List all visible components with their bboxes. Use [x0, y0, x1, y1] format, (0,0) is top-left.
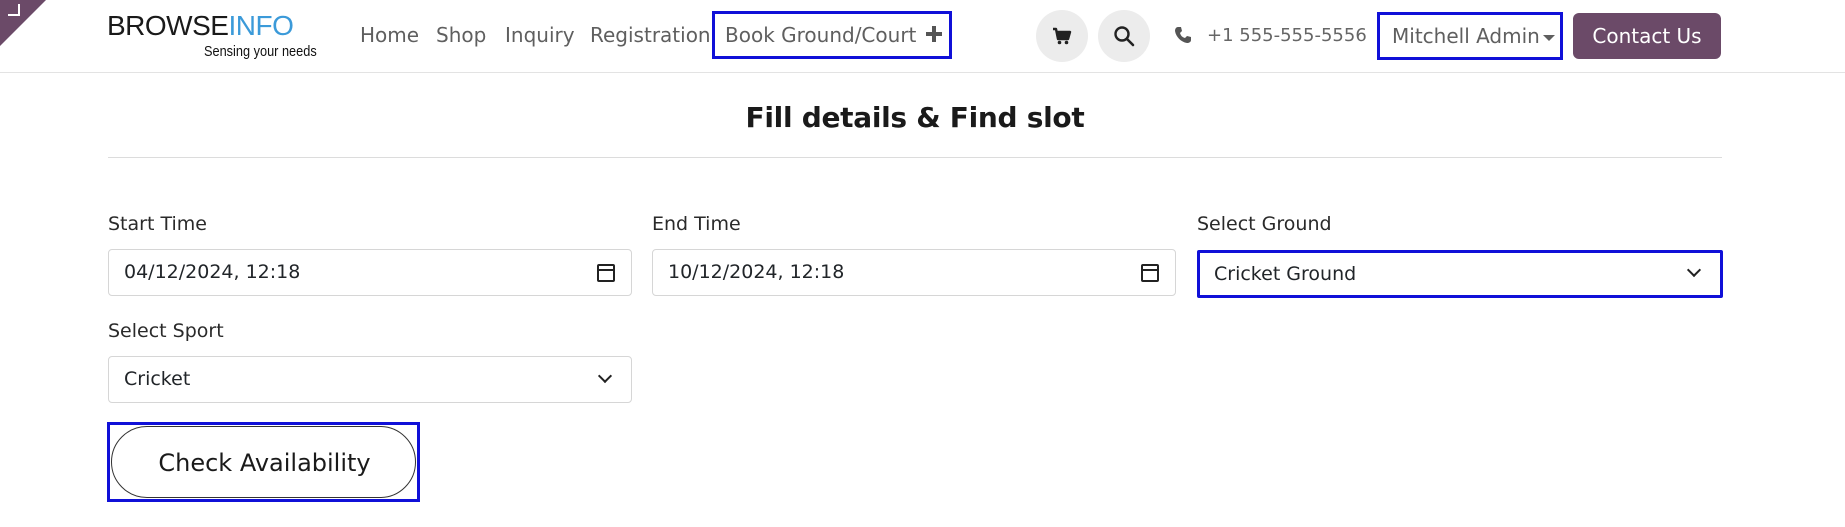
start-time-input[interactable]: 04/12/2024, 12:18: [108, 249, 632, 296]
check-availability-pill: Check Availability: [111, 426, 416, 498]
cart-button[interactable]: [1036, 10, 1088, 62]
title-divider: [108, 157, 1722, 158]
book-ground-label: Book Ground/Court: [725, 23, 917, 47]
browseinfo-logo[interactable]: BROWSEINFO Sensing your needs: [107, 10, 327, 62]
nav-inquiry[interactable]: Inquiry: [505, 23, 575, 47]
nav-book-ground-court[interactable]: Book Ground/Court: [712, 11, 952, 59]
logo-tagline: Sensing your needs: [204, 43, 317, 60]
nav-home[interactable]: Home: [360, 23, 419, 47]
calendar-icon[interactable]: [1141, 264, 1159, 282]
contact-us-button[interactable]: Contact Us: [1573, 13, 1721, 59]
end-time-value: 10/12/2024, 12:18: [668, 261, 845, 283]
start-time-value: 04/12/2024, 12:18: [124, 261, 301, 283]
select-sport-value: Cricket: [124, 368, 191, 390]
phone-icon: [1175, 27, 1191, 43]
start-time-label: Start Time: [108, 213, 207, 235]
select-sport-label: Select Sport: [108, 320, 224, 342]
plus-icon: [926, 26, 942, 42]
select-ground-dropdown[interactable]: Cricket Ground: [1197, 250, 1723, 298]
end-time-input[interactable]: 10/12/2024, 12:18: [652, 249, 1176, 296]
user-menu-dropdown[interactable]: Mitchell Admin: [1377, 12, 1563, 60]
select-ground-value: Cricket Ground: [1214, 263, 1357, 285]
cart-icon: [1053, 27, 1072, 45]
nav-shop[interactable]: Shop: [436, 23, 486, 47]
search-icon: [1114, 26, 1135, 47]
nav-registration[interactable]: Registration: [590, 23, 711, 47]
page-title: Fill details & Find slot: [745, 101, 1085, 134]
caret-down-icon: [1543, 35, 1555, 41]
chevron-down-icon: [1686, 262, 1702, 278]
user-name: Mitchell Admin: [1392, 24, 1540, 48]
check-availability-label: Check Availability: [158, 449, 371, 477]
search-button[interactable]: [1098, 10, 1150, 62]
chevron-down-icon: [597, 368, 613, 384]
site-header: BROWSEINFO Sensing your needs Home Shop …: [0, 0, 1845, 73]
end-time-label: End Time: [652, 213, 741, 235]
calendar-icon[interactable]: [597, 264, 615, 282]
check-availability-button[interactable]: Check Availability: [107, 422, 420, 502]
select-ground-label: Select Ground: [1197, 213, 1332, 235]
select-sport-dropdown[interactable]: Cricket: [108, 356, 632, 403]
logo-wordmark: BROWSEINFO: [107, 10, 294, 41]
phone-number[interactable]: +1 555-555-5556: [1207, 25, 1367, 46]
